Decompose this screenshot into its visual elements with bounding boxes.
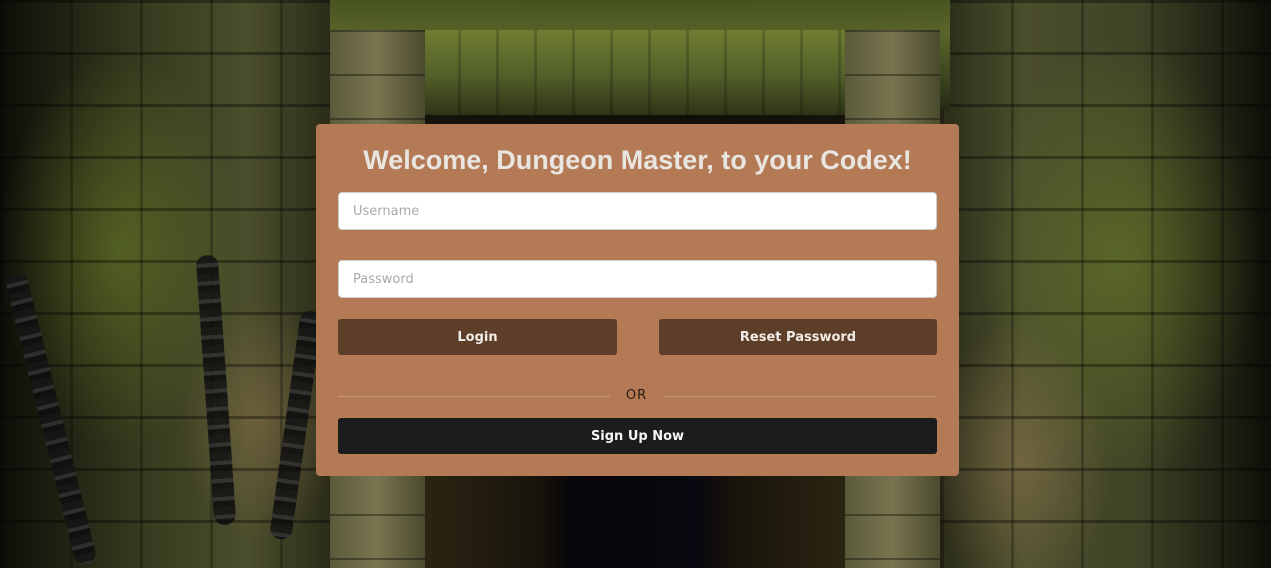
divider-line-left <box>338 396 610 397</box>
divider-or-label: OR <box>625 388 648 403</box>
divider-line-right <box>663 396 937 397</box>
dungeon-background: Welcome, Dungeon Master, to your Codex! … <box>0 0 1271 568</box>
ceiling-beam <box>420 30 850 115</box>
page-title: Welcome, Dungeon Master, to your Codex! <box>363 145 912 175</box>
title-container: Welcome, Dungeon Master, to your Codex! <box>316 144 959 176</box>
reset-password-button[interactable]: Reset Password <box>659 319 937 355</box>
stone-wall-right <box>941 0 1271 568</box>
dark-corridor <box>425 470 845 568</box>
password-input[interactable] <box>338 260 937 298</box>
login-card: Welcome, Dungeon Master, to your Codex! … <box>316 124 959 476</box>
login-button[interactable]: Login <box>338 319 617 355</box>
username-input[interactable] <box>338 192 937 230</box>
signup-button[interactable]: Sign Up Now <box>338 418 937 454</box>
